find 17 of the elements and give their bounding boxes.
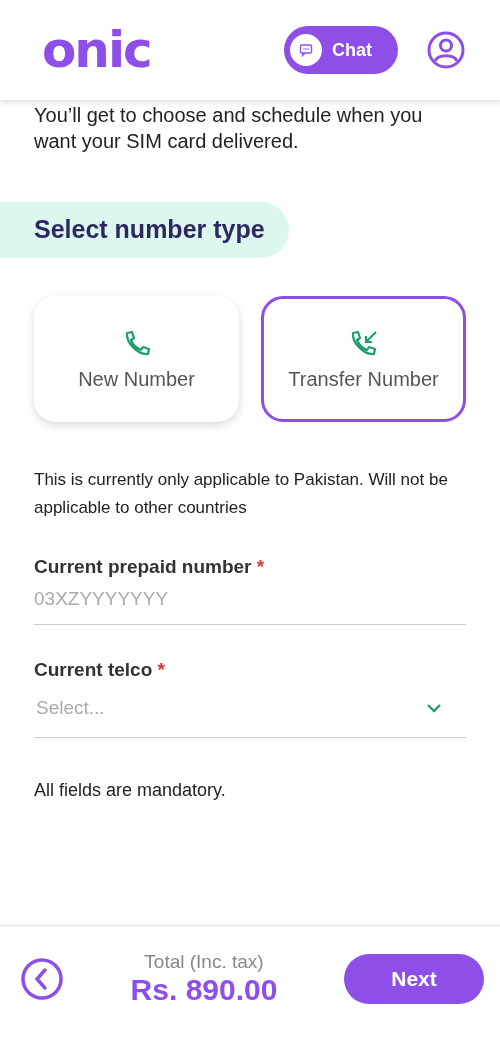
back-icon[interactable] [20,956,64,1001]
chat-button[interactable]: Chat [284,26,398,74]
total-label: Total (Inc. tax) [144,950,264,973]
intro-text: You’ll get to choose and schedule when you want your SIM card delivered. [34,103,424,154]
next-button[interactable]: Next [344,953,484,1004]
field-label: Current telco * [34,659,166,681]
section-title: Select number type [0,202,289,258]
note-text: This is currently only applicable to Pakistan. Will not be applicable to other countries [34,469,449,519]
field-label: Current prepaid number * [34,556,266,578]
mandatory-note: All fields are mandatory. [34,780,227,801]
chat-icon [290,34,322,66]
total-amount: Rs. 890.00 [130,972,278,1007]
logo[interactable]: onic [42,25,151,75]
number-type-option[interactable]: New Number [34,296,239,422]
number-type-option[interactable]: Transfer Number [261,296,466,422]
chevron-down-icon [426,703,442,713]
profile-icon[interactable] [426,30,466,70]
